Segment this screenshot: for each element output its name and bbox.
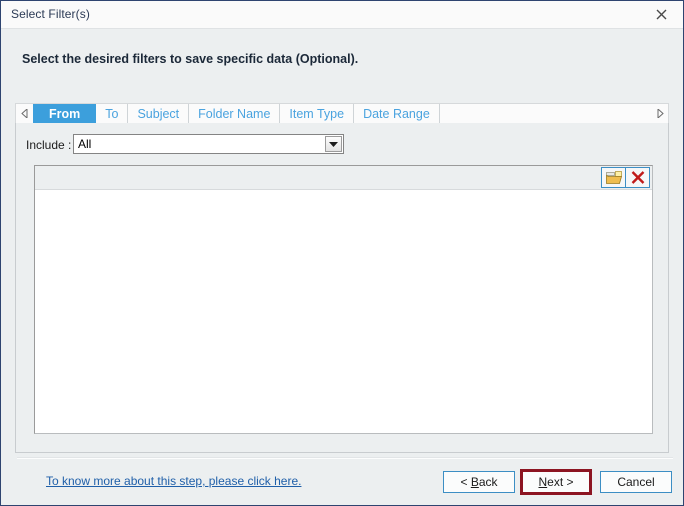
filter-list-toolbar [35,166,652,190]
tab-folder-name[interactable]: Folder Name [189,104,281,123]
include-dropdown[interactable]: All [73,134,344,154]
tab-scroll-right-button[interactable] [652,104,668,123]
help-link[interactable]: To know more about this step, please cli… [46,474,301,488]
close-button[interactable] [639,1,683,28]
instruction-text: Select the desired filters to save speci… [22,52,359,66]
filter-list-box [34,165,653,434]
tab-date-range[interactable]: Date Range [354,104,440,123]
browse-button[interactable] [602,168,625,187]
back-button[interactable]: < Back [443,471,515,493]
title-bar: Select Filter(s) [1,1,683,29]
back-button-label: < Back [460,475,498,489]
chevron-down-icon [329,141,338,147]
tab-list: From To Subject Folder Name Item Type Da… [33,104,440,123]
close-icon [656,9,666,20]
window-title: Select Filter(s) [11,7,90,21]
include-label: Include : [26,138,72,152]
tab-scroll-left-button[interactable] [16,104,32,123]
select-filters-dialog: Select Filter(s) Select the desired filt… [0,0,684,506]
delete-button[interactable] [626,168,649,187]
cancel-button-label: Cancel [617,475,655,489]
tab-to[interactable]: To [96,104,129,123]
red-x-icon [631,171,644,184]
tab-subject[interactable]: Subject [128,104,190,123]
tab-strip: From To Subject Folder Name Item Type Da… [15,103,669,124]
next-button-label: Next > [538,475,574,489]
filter-list-area[interactable] [35,190,652,433]
next-button[interactable]: Next > [520,469,592,495]
header-area: Select the desired filters to save speci… [2,29,682,97]
footer-bar: To know more about this step, please cli… [2,459,682,505]
include-dropdown-arrow[interactable] [325,136,342,152]
open-folder-icon [605,170,622,184]
chevron-right-icon [657,109,664,118]
include-dropdown-value: All [78,137,92,151]
cancel-button[interactable]: Cancel [600,471,672,493]
tab-from[interactable]: From [33,104,97,123]
tab-panel-from: Include : All [15,123,669,453]
chevron-left-icon [20,109,27,118]
filter-toolbar-button-group [601,167,650,188]
tab-item-type[interactable]: Item Type [280,104,355,123]
